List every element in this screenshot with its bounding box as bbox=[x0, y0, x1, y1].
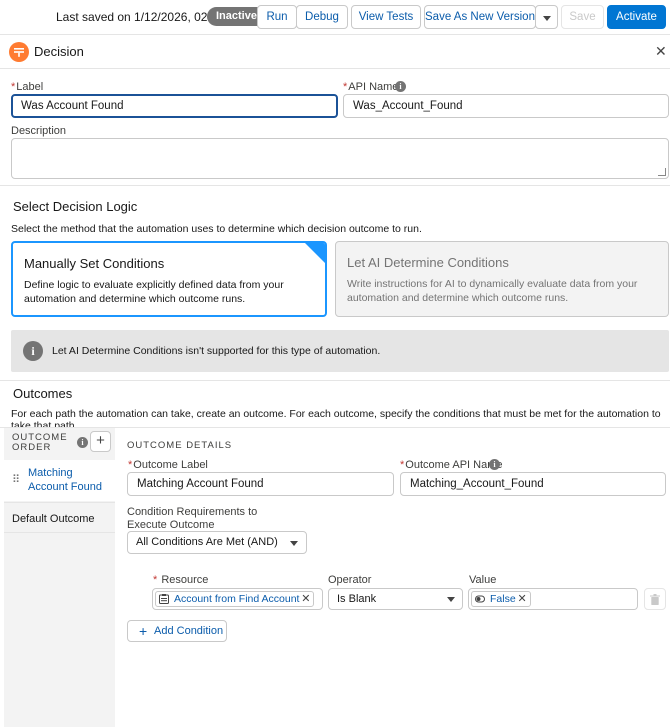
label-field-label: *Label bbox=[11, 81, 44, 93]
outcome-item-label: Default Outcome bbox=[12, 513, 95, 525]
outcome-label-field-label: *Outcome Label bbox=[128, 459, 208, 471]
resource-field-label: * Resource bbox=[153, 574, 209, 586]
ai-conditions-description: Write instructions for AI to dynamically… bbox=[347, 278, 638, 304]
outcome-api-name-input[interactable]: Matching_Account_Found bbox=[400, 472, 666, 496]
value-field-label: Value bbox=[469, 574, 497, 586]
remove-icon[interactable]: ✕ bbox=[517, 592, 526, 606]
manual-conditions-title: Manually Set Conditions bbox=[24, 256, 165, 271]
resource-value: Account from Find Account bbox=[174, 593, 300, 605]
resize-handle-icon[interactable] bbox=[658, 168, 666, 176]
add-condition-button[interactable]: + Add Condition bbox=[127, 620, 227, 642]
outcome-label-input[interactable]: Matching Account Found bbox=[127, 472, 394, 496]
panel-header: Decision ✕ bbox=[0, 34, 670, 69]
save-as-new-version-button[interactable]: Save As New Version bbox=[424, 5, 536, 29]
value-value: False bbox=[490, 593, 516, 605]
debug-button[interactable]: Debug bbox=[296, 5, 348, 29]
trash-icon bbox=[650, 594, 660, 605]
api-name-input[interactable]: Was_Account_Found bbox=[343, 94, 669, 118]
label-input[interactable]: Was Account Found bbox=[11, 94, 338, 118]
outcome-order-sidebar: OUTCOME ORDER i + ⠿ Matching Account Fou… bbox=[4, 428, 115, 727]
api-name-field-label: *API Name bbox=[343, 81, 399, 93]
save-options-dropdown-button[interactable] bbox=[535, 5, 558, 29]
chevron-down-icon bbox=[290, 541, 298, 546]
remove-icon[interactable]: ✕ bbox=[301, 592, 310, 606]
outcome-details-title: OUTCOME DETAILS bbox=[127, 440, 233, 451]
toolbar: Last saved on 1/12/2026, 02:45 PM Inacti… bbox=[0, 0, 670, 34]
activate-button[interactable]: Activate bbox=[607, 5, 666, 29]
info-icon: i bbox=[23, 341, 43, 361]
close-icon[interactable]: ✕ bbox=[655, 43, 667, 60]
outcome-item-label: Matching Account Found bbox=[28, 467, 102, 493]
resource-input[interactable]: Account from Find Account ✕ bbox=[152, 588, 323, 610]
decision-icon bbox=[9, 42, 29, 62]
selected-corner-icon bbox=[305, 243, 325, 263]
manual-conditions-card[interactable]: Manually Set Conditions Define logic to … bbox=[11, 241, 327, 317]
resource-pill[interactable]: Account from Find Account ✕ bbox=[155, 591, 315, 607]
add-outcome-button[interactable]: + bbox=[90, 431, 111, 452]
plus-icon: + bbox=[139, 623, 148, 639]
manual-conditions-description: Define logic to evaluate explicitly defi… bbox=[24, 279, 284, 305]
outcomes-title: Outcomes bbox=[13, 386, 73, 401]
chevron-down-icon bbox=[543, 16, 551, 21]
panel-title: Decision bbox=[34, 44, 84, 59]
description-textarea[interactable] bbox=[11, 138, 669, 179]
ai-conditions-card[interactable]: Let AI Determine Conditions Write instru… bbox=[335, 241, 669, 317]
description-field-label: Description bbox=[11, 125, 67, 137]
drag-handle-icon[interactable]: ⠿ bbox=[12, 473, 20, 486]
value-pill[interactable]: False ✕ bbox=[471, 591, 531, 607]
view-tests-button[interactable]: View Tests bbox=[351, 5, 421, 29]
value-input[interactable]: False ✕ bbox=[468, 588, 638, 610]
decision-logic-description: Select the method that the automation us… bbox=[11, 223, 422, 235]
info-notice: i Let AI Determine Conditions isn't supp… bbox=[11, 330, 669, 372]
ai-conditions-title: Let AI Determine Conditions bbox=[347, 255, 509, 270]
operator-value: Is Blank bbox=[337, 593, 377, 605]
notice-text: Let AI Determine Conditions isn't suppor… bbox=[52, 345, 381, 357]
outcome-api-name-field-label: *Outcome API Name bbox=[400, 459, 503, 471]
save-button[interactable]: Save bbox=[561, 5, 604, 29]
outcome-item[interactable]: ⠿ Matching Account Found bbox=[4, 460, 115, 501]
operator-select[interactable]: Is Blank bbox=[328, 588, 463, 610]
operator-field-label: Operator bbox=[328, 574, 372, 586]
record-icon bbox=[159, 594, 169, 604]
outcome-item-default[interactable]: Default Outcome bbox=[4, 502, 115, 533]
condition-requirements-label: Condition Requirements to Execute Outcom… bbox=[127, 506, 258, 531]
condition-requirements-select[interactable]: All Conditions Are Met (AND) bbox=[127, 531, 307, 554]
info-icon[interactable]: i bbox=[489, 459, 500, 470]
add-condition-label: Add Condition bbox=[154, 625, 224, 637]
divider bbox=[0, 185, 670, 186]
info-icon[interactable]: i bbox=[395, 81, 406, 92]
chevron-down-icon bbox=[447, 597, 455, 602]
info-icon[interactable]: i bbox=[77, 437, 88, 448]
divider bbox=[0, 380, 670, 381]
outcome-order-label: OUTCOME ORDER bbox=[12, 432, 68, 453]
delete-condition-button[interactable] bbox=[644, 588, 666, 610]
decision-logic-title: Select Decision Logic bbox=[13, 199, 138, 214]
run-button[interactable]: Run bbox=[257, 5, 297, 29]
toggle-icon bbox=[475, 595, 485, 603]
condition-requirements-value: All Conditions Are Met (AND) bbox=[136, 536, 278, 548]
